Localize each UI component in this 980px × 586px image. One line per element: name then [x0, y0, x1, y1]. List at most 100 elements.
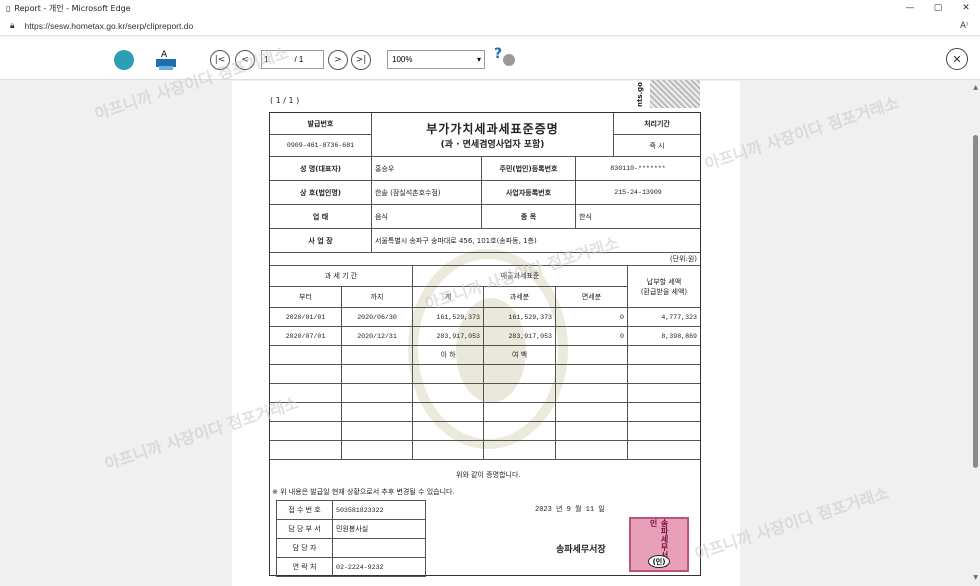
minimize-button[interactable]: —	[896, 3, 924, 13]
business-label: 업 태	[270, 205, 372, 228]
company-label: 상 호(법인명)	[270, 181, 372, 204]
address-label: 사 업 장	[270, 229, 372, 252]
staff-label: 담 당 자	[277, 539, 333, 557]
scroll-up-arrow[interactable]: ▲	[973, 84, 978, 91]
address-bar[interactable]: 🔒︎ https://sesw.hometax.go.kr/serp/clipr…	[0, 16, 980, 36]
close-window-button[interactable]: ✕	[952, 3, 980, 13]
company-value: 한솥 (잠실석촌호수점)	[372, 181, 482, 204]
row-to: 2020/06/30	[342, 308, 413, 326]
svg-text:A: A	[161, 50, 168, 60]
report-toolbar: A |< < 1 / 1 > >| 100% ▾ ? ✕	[0, 37, 980, 80]
certificate-form: 발급번호 0909-461-8736-681 부가가치세과세표준증명 (과 · …	[269, 112, 701, 577]
table-row	[270, 441, 700, 460]
issue-no-value: 0909-461-8736-681	[286, 142, 355, 149]
dept-value: 민원봉사실	[336, 525, 369, 533]
row-to: 2020/12/31	[342, 327, 413, 345]
print-icon[interactable]: A	[155, 47, 177, 71]
blank-mark-left: 이 하	[413, 346, 484, 364]
read-aloud-icon[interactable]: A⁾	[960, 21, 968, 31]
issue-no-label: 발급번호	[270, 113, 371, 135]
row-exempt: 0	[556, 327, 628, 345]
row-tax: 4,777,323	[661, 313, 697, 321]
issue-date: 2023 년 9 월 11 일	[535, 506, 605, 514]
contact-value: 02-2224-9232	[336, 563, 384, 571]
from-header: 부터	[270, 287, 342, 307]
to-header: 까지	[370, 293, 384, 301]
staff-value	[333, 539, 425, 557]
user-help-icon[interactable]	[503, 54, 515, 66]
row-taxable: 283,917,053	[484, 327, 556, 345]
bizno-label: 사업자등록번호	[482, 181, 576, 204]
row-exempt: 0	[556, 308, 628, 326]
contact-table: 접 수 번 호 503581823322 담 당 부 서 민원봉사실 담 당 자 연…	[276, 500, 426, 577]
row-total: 283,917,053	[413, 327, 484, 345]
receipt-value: 503581823322	[336, 506, 384, 514]
rrn-value: 830110-*******	[610, 165, 666, 172]
office-name: 송파세무서장	[556, 545, 606, 555]
zoom-value: 100%	[392, 55, 413, 64]
name-value: 홍승우	[372, 157, 482, 180]
dept-label: 담 당 부 서	[277, 520, 333, 538]
tax-subheader: (환급받을 세액)	[640, 287, 688, 296]
help-icon[interactable]: ?	[494, 46, 502, 62]
page-current[interactable]: 1	[264, 55, 268, 64]
exempt-header: 면세분	[581, 293, 602, 301]
table-row	[270, 403, 700, 422]
close-report-button[interactable]: ✕	[946, 48, 968, 70]
last-page-button[interactable]: >|	[351, 50, 371, 70]
unit-label: (단위:원)	[669, 255, 697, 263]
row-from: 2020/07/01	[270, 327, 342, 345]
contact-label: 연 락 처	[277, 558, 333, 576]
zoom-select[interactable]: 100% ▾	[387, 50, 485, 69]
prev-page-button[interactable]: <	[235, 50, 255, 70]
receipt-label: 접 수 번 호	[277, 501, 333, 519]
row-taxable: 161,529,373	[484, 308, 556, 326]
maximize-button[interactable]: ▢	[924, 3, 952, 13]
taxable-header: 과세분	[484, 287, 556, 307]
total-header: 계	[413, 287, 484, 307]
item-value: 한식	[579, 212, 592, 221]
blank-mark-right: 여 백	[484, 346, 556, 364]
nts-mark: nts.go	[636, 82, 644, 107]
chevron-down-icon: ▾	[476, 55, 481, 64]
page-number-input[interactable]: 1 / 1	[261, 50, 324, 69]
table-row: 2020/07/01 2020/12/31 283,917,053 283,91…	[270, 327, 700, 346]
office-code: (인)	[648, 555, 670, 568]
page-indicator: ( 1 / 1 )	[270, 96, 300, 105]
table-row	[270, 384, 700, 403]
table-row: 이 하 여 백	[270, 346, 700, 365]
processing-label: 처리기간	[614, 113, 700, 135]
row-from: 2020/01/01	[270, 308, 342, 326]
row-total: 161,529,373	[413, 308, 484, 326]
address-value: 서울특별시 송파구 송파대로 456, 101호(송파동, 1층)	[375, 236, 537, 245]
processing-value: 즉 시	[649, 141, 665, 150]
table-row: 2020/01/01 2020/06/30 161,529,373 161,52…	[270, 308, 700, 327]
table-row	[270, 365, 700, 384]
lock-icon: 🔒︎	[10, 20, 15, 31]
save-icon[interactable]	[114, 50, 134, 70]
period-header: 과 세 기 간	[270, 266, 412, 287]
scroll-down-arrow[interactable]: ▼	[973, 574, 978, 581]
row-tax: 8,398,869	[661, 332, 697, 340]
window-titlebar: ▯ Report - 개인 - Microsoft Edge — ▢ ✕	[0, 0, 980, 16]
business-value: 음식	[372, 205, 482, 228]
tax-header: 납부할 세액	[646, 277, 682, 286]
name-label: 성 명(대표자)	[270, 157, 372, 180]
document-title: 부가가치세과세표준증명	[426, 121, 559, 136]
table-row	[270, 422, 700, 441]
scrollbar-thumb[interactable]	[973, 135, 978, 468]
notice-text: ※ 위 내용은 발급일 현재 상황으로서 추후 변경될 수 있습니다.	[272, 488, 455, 496]
page-total: / 1	[294, 55, 304, 64]
certify-text: 위와 같이 증명합니다.	[456, 471, 521, 479]
sales-base-header: 매출과세표준	[413, 266, 627, 287]
document-subtitle: (과 · 면세겸영사업자 포함)	[440, 139, 545, 150]
url-text[interactable]: https://sesw.hometax.go.kr/serp/cliprepo…	[25, 21, 961, 31]
item-label: 종 목	[482, 205, 576, 228]
first-page-button[interactable]: |<	[210, 50, 230, 70]
next-page-button[interactable]: >	[328, 50, 348, 70]
rrn-label: 주민(법인)등록번호	[482, 157, 576, 180]
bizno-value: 215-24-13909	[614, 189, 662, 196]
window-title: Report - 개인 - Microsoft Edge	[14, 3, 131, 13]
qr-code	[650, 80, 700, 108]
page-icon: ▯	[6, 3, 11, 13]
